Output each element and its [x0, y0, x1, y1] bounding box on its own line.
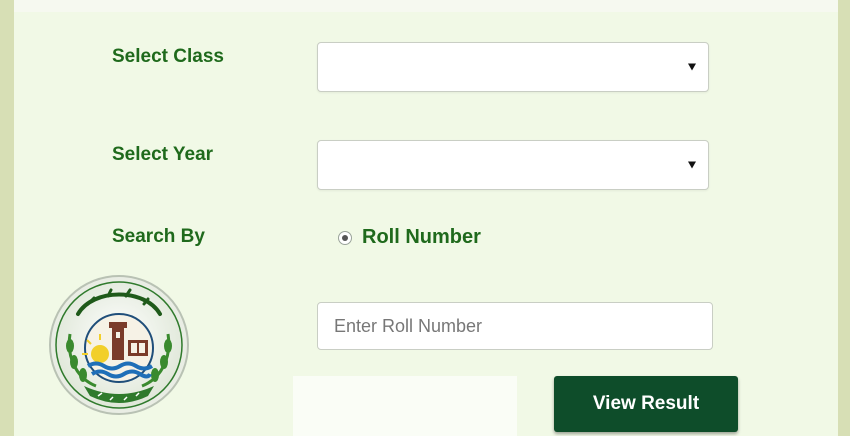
board-emblem-icon	[49, 275, 189, 415]
top-strip	[14, 0, 838, 12]
roll-number-input[interactable]	[317, 302, 713, 350]
roll-number-radio-label: Roll Number	[362, 226, 481, 248]
select-year-label: Select Year	[112, 144, 214, 165]
class-select[interactable]	[317, 42, 709, 92]
roll-number-radio[interactable]	[338, 230, 352, 245]
chevron-down-icon	[688, 161, 696, 169]
frame-right-border	[838, 0, 850, 436]
chevron-down-icon	[688, 63, 696, 71]
background-patch	[293, 376, 517, 436]
search-by-label: Search By	[112, 226, 205, 247]
year-select[interactable]	[317, 140, 709, 190]
select-class-label: Select Class	[112, 46, 224, 67]
frame-left-border	[0, 0, 14, 436]
roll-number-radio-option[interactable]: Roll Number	[338, 226, 481, 249]
view-result-button[interactable]: View Result	[554, 376, 738, 432]
